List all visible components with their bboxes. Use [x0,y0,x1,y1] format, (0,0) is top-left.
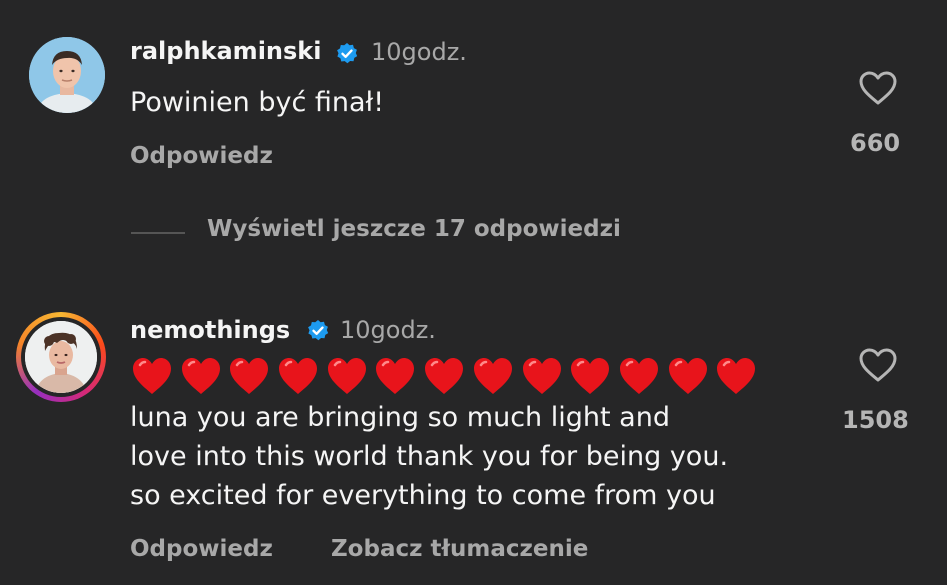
comment-timestamp: 10godz. [340,316,436,344]
verified-badge-icon [337,43,358,64]
heart-outline-icon[interactable] [858,347,898,383]
avatar-ralphkaminski[interactable] [29,37,105,113]
verified-badge-icon [308,320,329,341]
heart-outline-icon[interactable] [858,70,898,106]
see-translation-button[interactable]: Zobacz tłumaczenie [331,536,588,562]
red-heart-emoji-icon [230,358,269,394]
like-count: 660 [850,129,901,157]
heart-emoji-row [130,355,763,399]
red-heart-emoji-icon [376,358,415,394]
avatar-nemothings[interactable] [21,317,101,397]
red-heart-emoji-icon [181,358,220,394]
comment-username[interactable]: nemothings [130,316,290,344]
comments-screen: ralphkaminski 10godz. Powinien być finał… [0,0,947,585]
red-heart-emoji-icon [619,358,658,394]
comment-timestamp: 10godz. [371,38,467,66]
reply-button[interactable]: Odpowiedz [130,536,273,562]
red-heart-emoji-icon [279,358,318,394]
red-heart-emoji-icon [571,358,610,394]
red-heart-emoji-icon [522,358,561,394]
comment-text-line-2: love into this world thank you for being… [130,441,729,472]
red-heart-emoji-icon [133,358,171,394]
comment-text-line-1: luna you are bringing so much light and [130,402,670,433]
reply-button[interactable]: Odpowiedz [130,143,273,169]
red-heart-emoji-icon [473,358,512,394]
comment-username[interactable]: ralphkaminski [130,37,321,65]
comment-text: Powinien być finał! [130,87,385,118]
red-heart-emoji-icon [425,358,464,394]
red-heart-emoji-icon [668,358,707,394]
red-heart-emoji-icon [717,358,756,394]
like-count: 1508 [842,406,909,434]
comment-text-line-3: so excited for everything to come from y… [130,480,716,511]
replies-divider [131,232,185,234]
view-more-replies-button[interactable]: Wyświetl jeszcze 17 odpowiedzi [207,216,621,242]
red-heart-emoji-icon [327,358,366,394]
